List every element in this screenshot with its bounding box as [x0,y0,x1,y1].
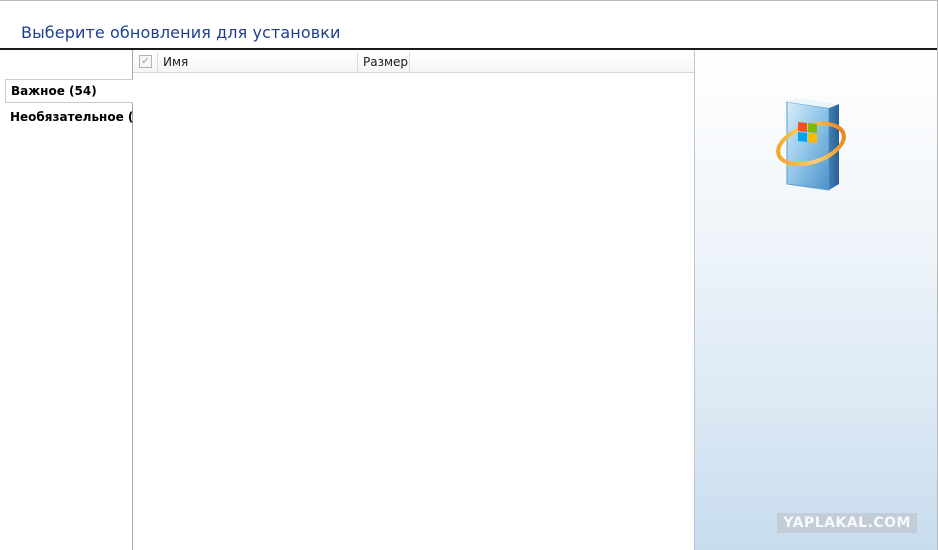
column-header-select-all[interactable]: ✓ [133,52,158,72]
category-optional[interactable]: Необязательное (94) [5,106,156,130]
category-pane: Важное (54) Необязательное (94) [0,50,156,550]
decorative-side-pane: YAPLAKAL.COM [694,50,937,550]
page-title: Выберите обновления для установки [21,23,341,42]
list-header: ✓ Имя Размер [133,52,694,73]
select-all-checkbox[interactable]: ✓ [139,55,152,68]
updates-list[interactable]: ✓ Имя Размер [133,50,694,550]
column-header-size[interactable]: Размер [358,52,410,72]
column-header-name[interactable]: Имя [158,52,358,72]
update-selection-window: Выберите обновления для установки Важное… [0,0,938,550]
watermark-logo: YAPLAKAL.COM [777,513,917,533]
category-important[interactable]: Важное (54) [5,79,133,103]
windows-update-icon [776,98,846,191]
